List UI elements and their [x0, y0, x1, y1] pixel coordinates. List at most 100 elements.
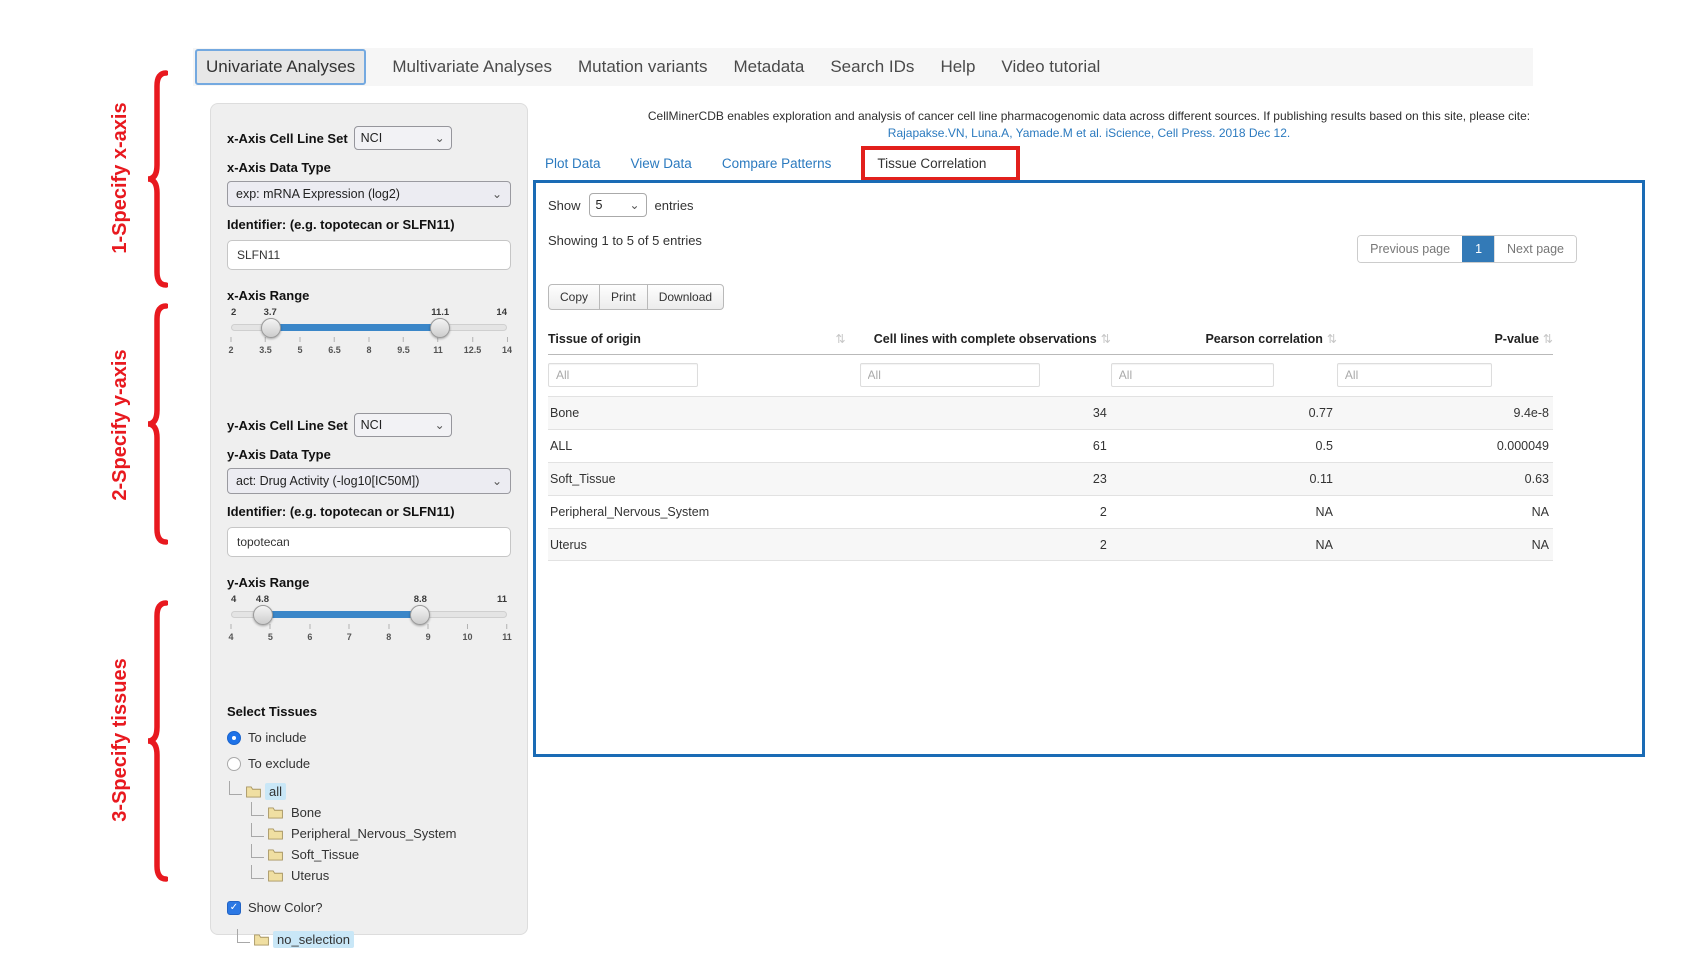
filter-pearson-input[interactable]	[1111, 363, 1274, 387]
tab-univariate-analyses[interactable]: Univariate Analyses	[195, 49, 366, 85]
select-tissues-title: Select Tissues	[227, 704, 511, 719]
table-filter-row	[548, 355, 1553, 396]
sidebar-controls: x-Axis Cell Line Set NCI ⌄ x-Axis Data T…	[210, 103, 528, 935]
checkbox-checked-icon: ✓	[227, 901, 241, 915]
chevron-down-icon: ⌄	[629, 200, 639, 210]
tab-search-ids[interactable]: Search IDs	[830, 57, 914, 77]
x-range-handle-high[interactable]	[430, 318, 450, 338]
page: 1-Specify x-axis 2-Specify y-axis 3-Spec…	[0, 0, 1700, 956]
x-data-type-value: exp: mRNA Expression (log2)	[236, 187, 400, 201]
folder-icon	[268, 828, 283, 840]
tree-node-no-selection[interactable]: no_selection	[235, 931, 511, 948]
tab-video-tutorial[interactable]: Video tutorial	[1001, 57, 1100, 77]
x-range-handle-low[interactable]	[261, 318, 281, 338]
copy-button[interactable]: Copy	[548, 284, 600, 310]
show-color-label: Show Color?	[248, 900, 322, 915]
filter-p-value-input[interactable]	[1337, 363, 1493, 387]
y-range-ticks: 4 5 6 7 8 9 10 11	[231, 624, 507, 650]
tree-node-label: Uterus	[287, 867, 333, 884]
y-data-type-select[interactable]: act: Drug Activity (-log10[IC50M]) ⌄	[227, 468, 511, 494]
tree-node-label: Soft_Tissue	[287, 846, 363, 863]
y-range-fill	[263, 611, 420, 618]
column-header-p-value[interactable]: P-value ⇅	[1337, 332, 1553, 346]
subtab-plot-data[interactable]: Plot Data	[545, 156, 601, 171]
cell-p-value: 0.63	[1337, 472, 1553, 486]
subtab-view-data[interactable]: View Data	[631, 156, 692, 171]
sort-icon[interactable]: ⇅	[835, 332, 845, 346]
x-range-max-label: 14	[496, 307, 507, 318]
tree-node-soft-tissue[interactable]: Soft_Tissue	[227, 846, 511, 863]
tab-mutation-variants[interactable]: Mutation variants	[578, 57, 707, 77]
y-data-type-label: y-Axis Data Type	[227, 447, 511, 462]
x-cell-line-set-select[interactable]: NCI ⌄	[354, 126, 452, 150]
filter-cell-lines-input[interactable]	[860, 363, 1041, 387]
tree-connector	[251, 802, 264, 816]
y-range-track[interactable]	[231, 611, 507, 618]
x-cell-line-set-value: NCI	[361, 131, 383, 145]
column-header-pearson-correlation[interactable]: Pearson correlation ⇅	[1111, 332, 1337, 346]
tree-node-uterus[interactable]: Uterus	[227, 867, 511, 884]
citation-link[interactable]: Rajapakse.VN, Luna.A, Yamade.M et al. iS…	[533, 125, 1645, 142]
annotation-step-3: 3-Specify tissues	[108, 628, 132, 852]
column-header-tissue-of-origin[interactable]: Tissue of origin ⇅	[548, 332, 860, 346]
tree-node-peripheral-nervous-system[interactable]: Peripheral_Nervous_System	[227, 825, 511, 842]
tree-connector	[251, 823, 264, 837]
x-identifier-label: Identifier: (e.g. topotecan or SLFN11)	[227, 217, 511, 232]
tree-node-label: no_selection	[273, 931, 354, 948]
print-button[interactable]: Print	[599, 284, 648, 310]
y-range-handle-high[interactable]	[410, 605, 430, 625]
x-range-track[interactable]	[231, 324, 507, 331]
tissues-exclude-radio[interactable]: To exclude	[227, 756, 511, 771]
column-header-cell-lines[interactable]: Cell lines with complete observations ⇅	[860, 332, 1111, 346]
cell-tissue: Soft_Tissue	[548, 472, 860, 486]
annotation-brace	[146, 600, 168, 882]
download-button[interactable]: Download	[647, 284, 724, 310]
sort-icon[interactable]: ⇅	[1327, 332, 1337, 346]
tab-help[interactable]: Help	[940, 57, 975, 77]
table-row[interactable]: Uterus 2 NA NA	[548, 528, 1553, 561]
table-row[interactable]: Soft_Tissue 23 0.11 0.63	[548, 462, 1553, 495]
sort-icon[interactable]: ⇅	[1101, 332, 1111, 346]
x-range-from-label: 3.7	[264, 307, 277, 318]
entries-label: entries	[655, 198, 694, 213]
cell-pearson: NA	[1111, 538, 1337, 552]
tab-multivariate-analyses[interactable]: Multivariate Analyses	[392, 57, 552, 77]
cell-p-value: NA	[1337, 538, 1553, 552]
previous-page-button[interactable]: Previous page	[1358, 236, 1462, 262]
table-row[interactable]: Peripheral_Nervous_System 2 NA NA	[548, 495, 1553, 528]
x-range-ticks: 2 3.5 5 6.5 8 9.5 11 12.5 14	[231, 337, 507, 363]
x-range-to-label: 11.1	[431, 307, 449, 318]
filter-tissue-input[interactable]	[548, 363, 698, 387]
y-range-slider[interactable]: 4 4.8 8.8 11 4 5 6 7 8 9 10 11	[227, 594, 511, 656]
subtab-compare-patterns[interactable]: Compare Patterns	[722, 156, 832, 171]
annotation-step-1: 1-Specify x-axis	[108, 66, 132, 290]
subtab-tissue-correlation[interactable]: Tissue Correlation	[861, 146, 1020, 181]
x-data-type-select[interactable]: exp: mRNA Expression (log2) ⌄	[227, 181, 511, 207]
tree-connector	[251, 865, 264, 879]
y-cell-line-set-label: y-Axis Cell Line Set	[227, 418, 348, 433]
sort-icon[interactable]: ⇅	[1543, 332, 1553, 346]
show-color-checkbox[interactable]: ✓ Show Color?	[227, 900, 511, 915]
tree-node-all[interactable]: all	[227, 783, 511, 800]
chevron-down-icon: ⌄	[435, 420, 445, 430]
citation-text: CellMinerCDB enables exploration and ana…	[533, 108, 1645, 125]
cell-p-value: 0.000049	[1337, 439, 1553, 453]
next-page-button[interactable]: Next page	[1494, 236, 1576, 262]
x-range-slider[interactable]: 2 3.7 11.1 14 2 3.5 5 6.5 8 9.5 11 12.5 …	[227, 307, 511, 369]
page-length-select[interactable]: 5 ⌄	[589, 193, 647, 217]
tissues-include-radio[interactable]: To include	[227, 730, 511, 745]
tree-node-bone[interactable]: Bone	[227, 804, 511, 821]
page-1-button[interactable]: 1	[1462, 236, 1494, 262]
y-identifier-label: Identifier: (e.g. topotecan or SLFN11)	[227, 504, 511, 519]
x-identifier-input[interactable]	[227, 240, 511, 270]
y-range-handle-low[interactable]	[253, 605, 273, 625]
y-identifier-input[interactable]	[227, 527, 511, 557]
y-cell-line-set-select[interactable]: NCI ⌄	[354, 413, 452, 437]
x-cell-line-set-label: x-Axis Cell Line Set	[227, 131, 348, 146]
tab-metadata[interactable]: Metadata	[733, 57, 804, 77]
table-header-row: Tissue of origin ⇅ Cell lines with compl…	[548, 326, 1553, 355]
table-row[interactable]: ALL 61 0.5 0.000049	[548, 429, 1553, 462]
include-radio-label: To include	[248, 730, 307, 745]
cell-pearson: 0.5	[1111, 439, 1337, 453]
table-row[interactable]: Bone 34 0.77 9.4e-8	[548, 396, 1553, 429]
